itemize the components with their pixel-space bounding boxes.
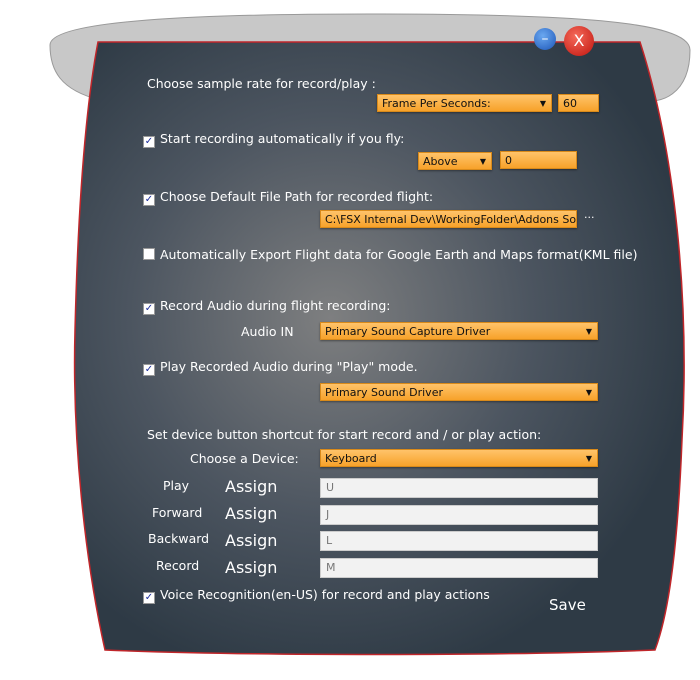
play-key-input[interactable]: U (320, 478, 598, 498)
device-label: Choose a Device: (190, 451, 299, 466)
record-audio-label: Record Audio during flight recording: (160, 298, 391, 313)
action-label-record: Record (156, 558, 200, 573)
shortcuts-label: Set device button shortcut for start rec… (147, 427, 542, 442)
condition-value: Above (423, 155, 458, 168)
record-key-input[interactable]: M (320, 558, 598, 578)
assign-forward-button[interactable]: Assign (225, 504, 277, 523)
checkbox-checked-icon: ✓ (143, 136, 155, 148)
action-label-forward: Forward (152, 505, 203, 520)
audio-out-value: Primary Sound Driver (325, 386, 443, 399)
chevron-down-icon: ▼ (585, 327, 592, 336)
altitude-condition-select[interactable]: Above ▼ (418, 152, 492, 170)
auto-record-checkbox[interactable]: ✓ Start recording automatically if you fl… (143, 131, 404, 148)
assign-backward-button[interactable]: Assign (225, 531, 277, 550)
checkbox-checked-icon: ✓ (143, 592, 155, 604)
forward-key-input[interactable]: J (320, 505, 598, 525)
audio-in-select[interactable]: Primary Sound Capture Driver ▼ (320, 322, 598, 340)
audio-out-select[interactable]: Primary Sound Driver ▼ (320, 383, 598, 401)
default-path-checkbox[interactable]: ✓ Choose Default File Path for recorded f… (143, 189, 433, 206)
chevron-down-icon: ▼ (585, 388, 592, 397)
audio-in-value: Primary Sound Capture Driver (325, 325, 491, 338)
altitude-input[interactable]: 0 (500, 151, 577, 169)
device-value: Keyboard (325, 452, 377, 465)
backward-key-input[interactable]: L (320, 531, 598, 551)
sample-mode-select[interactable]: Frame Per Seconds: ▼ (377, 94, 552, 112)
voice-recognition-label: Voice Recognition(en-US) for record and … (160, 587, 490, 602)
checkbox-checked-icon: ✓ (143, 303, 155, 315)
play-audio-label: Play Recorded Audio during "Play" mode. (160, 359, 418, 374)
assign-record-button[interactable]: Assign (225, 558, 277, 577)
chevron-down-icon: ▼ (479, 157, 486, 166)
file-path-input[interactable]: C:\FSX Internal Dev\WorkingFolder\Addons… (320, 210, 577, 228)
action-label-play: Play (163, 478, 190, 493)
record-audio-checkbox[interactable]: ✓ Record Audio during flight recording: (143, 298, 391, 315)
close-button[interactable]: X (564, 26, 594, 56)
auto-record-label: Start recording automatically if you fly… (160, 131, 405, 146)
assign-play-button[interactable]: Assign (225, 477, 277, 496)
save-button[interactable]: Save (549, 596, 586, 614)
play-audio-checkbox[interactable]: ✓ Play Recorded Audio during "Play" mode. (143, 359, 418, 376)
chevron-down-icon: ▼ (585, 454, 592, 463)
sample-rate-input[interactable]: 60 (558, 94, 599, 112)
device-select[interactable]: Keyboard ▼ (320, 449, 598, 467)
minimize-button[interactable]: – (534, 28, 556, 50)
chevron-down-icon: ▼ (539, 99, 546, 108)
action-label-backward: Backward (148, 531, 210, 546)
default-path-label: Choose Default File Path for recorded fl… (160, 189, 434, 204)
voice-recognition-checkbox[interactable]: ✓ Voice Recognition(en-US) for record and… (143, 587, 490, 604)
sample-mode-value: Frame Per Seconds: (382, 97, 491, 110)
sample-rate-label: Choose sample rate for record/play : (147, 76, 376, 91)
browse-button[interactable]: ... (584, 208, 595, 221)
minimize-icon: – (541, 31, 549, 47)
checkbox-checked-icon: ✓ (143, 194, 155, 206)
kml-export-checkbox[interactable]: Automatically Export Flight data for Goo… (143, 247, 637, 262)
checkbox-unchecked-icon (143, 248, 155, 260)
checkbox-checked-icon: ✓ (143, 364, 155, 376)
audio-in-label: Audio IN (241, 324, 294, 339)
kml-export-label: Automatically Export Flight data for Goo… (160, 247, 638, 262)
